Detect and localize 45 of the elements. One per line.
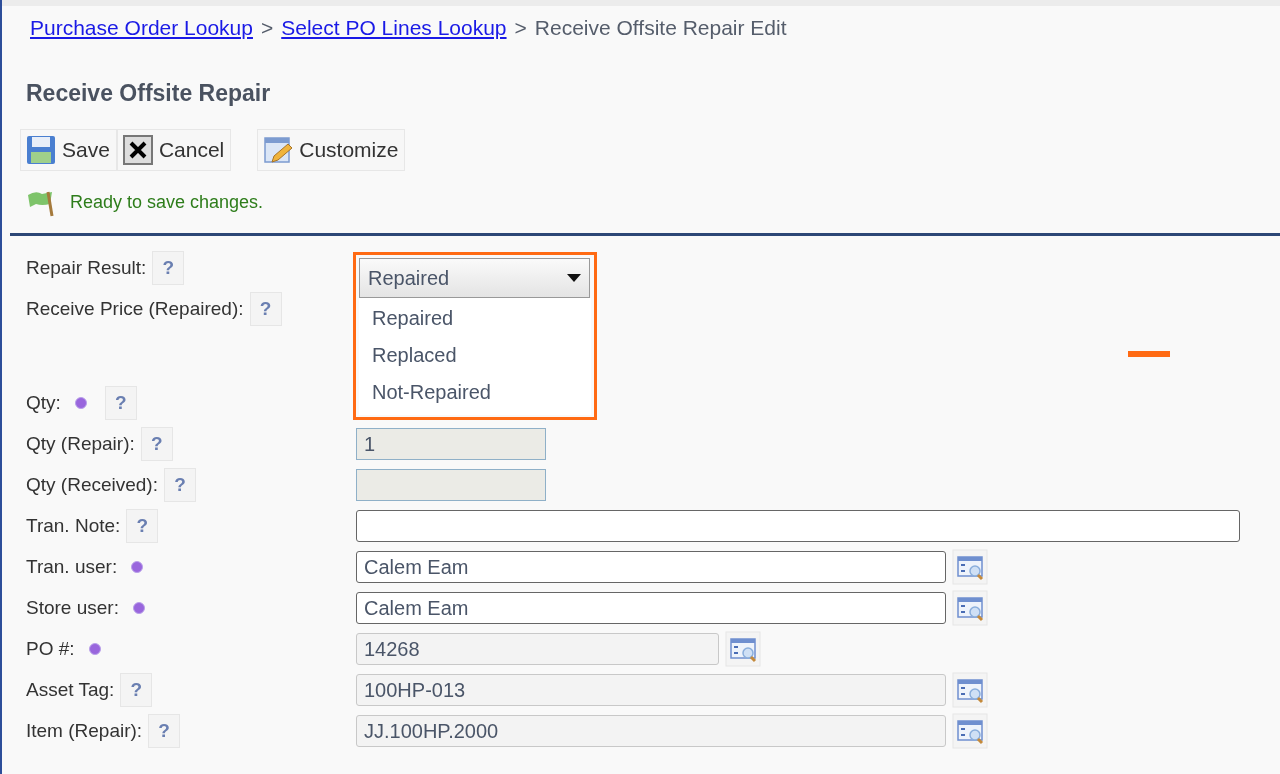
input-field[interactable]: Calem Eam bbox=[356, 551, 946, 583]
field-label: Qty (Repair): bbox=[26, 433, 135, 455]
lookup-icon[interactable] bbox=[725, 631, 761, 667]
breadcrumb-link[interactable]: Purchase Order Lookup bbox=[30, 16, 253, 40]
field-label: PO #: bbox=[26, 638, 75, 660]
help-button[interactable]: ? bbox=[152, 251, 185, 285]
field-label: Tran. Note: bbox=[26, 515, 121, 537]
help-button[interactable]: ? bbox=[249, 292, 282, 326]
field-label: Item (Repair): bbox=[26, 720, 143, 742]
help-button[interactable]: ? bbox=[148, 714, 181, 748]
help-button[interactable]: ? bbox=[126, 509, 159, 543]
dropdown-option[interactable]: Repaired bbox=[359, 300, 591, 337]
breadcrumb-link[interactable]: Select PO Lines Lookup bbox=[281, 16, 507, 40]
field-label: Qty (Received): bbox=[26, 474, 158, 496]
form-pencil-icon bbox=[263, 135, 294, 165]
toolbar-button[interactable]: Customize bbox=[257, 129, 406, 171]
field-label: Tran. user: bbox=[26, 556, 118, 578]
help-button[interactable]: ? bbox=[140, 427, 173, 461]
breadcrumb-separator: > bbox=[514, 16, 527, 40]
field-label: Repair Result: bbox=[26, 257, 147, 279]
lookup-icon[interactable] bbox=[952, 713, 988, 749]
breadcrumb-separator: > bbox=[260, 16, 274, 40]
repair-result-dropdown[interactable]: Repaired bbox=[359, 258, 590, 298]
toolbar-button[interactable]: Save bbox=[20, 129, 117, 171]
field-label: Asset Tag: bbox=[26, 679, 115, 701]
lookup-icon[interactable] bbox=[952, 549, 988, 585]
page-title: Receive Offsite Repair bbox=[26, 80, 272, 107]
breadcrumb-current: Receive Offsite Repair Edit bbox=[534, 16, 787, 40]
lookup-icon[interactable] bbox=[952, 590, 988, 626]
dropdown-option[interactable]: Replaced bbox=[359, 337, 591, 374]
field-label: Qty: bbox=[26, 392, 61, 414]
lookup-icon[interactable] bbox=[952, 672, 988, 708]
dash-mark bbox=[1128, 351, 1170, 357]
close-icon bbox=[122, 135, 153, 165]
help-button[interactable]: ? bbox=[120, 673, 153, 707]
help-button[interactable]: ? bbox=[104, 386, 137, 420]
field-label: Receive Price (Repaired): bbox=[26, 298, 244, 320]
caret-icon bbox=[567, 274, 581, 282]
dropdown-option[interactable]: Not-Repaired bbox=[359, 374, 591, 411]
toolbar-button[interactable]: Cancel bbox=[116, 129, 232, 171]
help-button[interactable]: ? bbox=[164, 468, 196, 502]
field-label: Store user: bbox=[26, 597, 119, 619]
input-field[interactable]: Calem Eam bbox=[356, 592, 946, 624]
status-message: Ready to save changes. bbox=[70, 191, 264, 213]
input-field[interactable] bbox=[356, 510, 1240, 542]
